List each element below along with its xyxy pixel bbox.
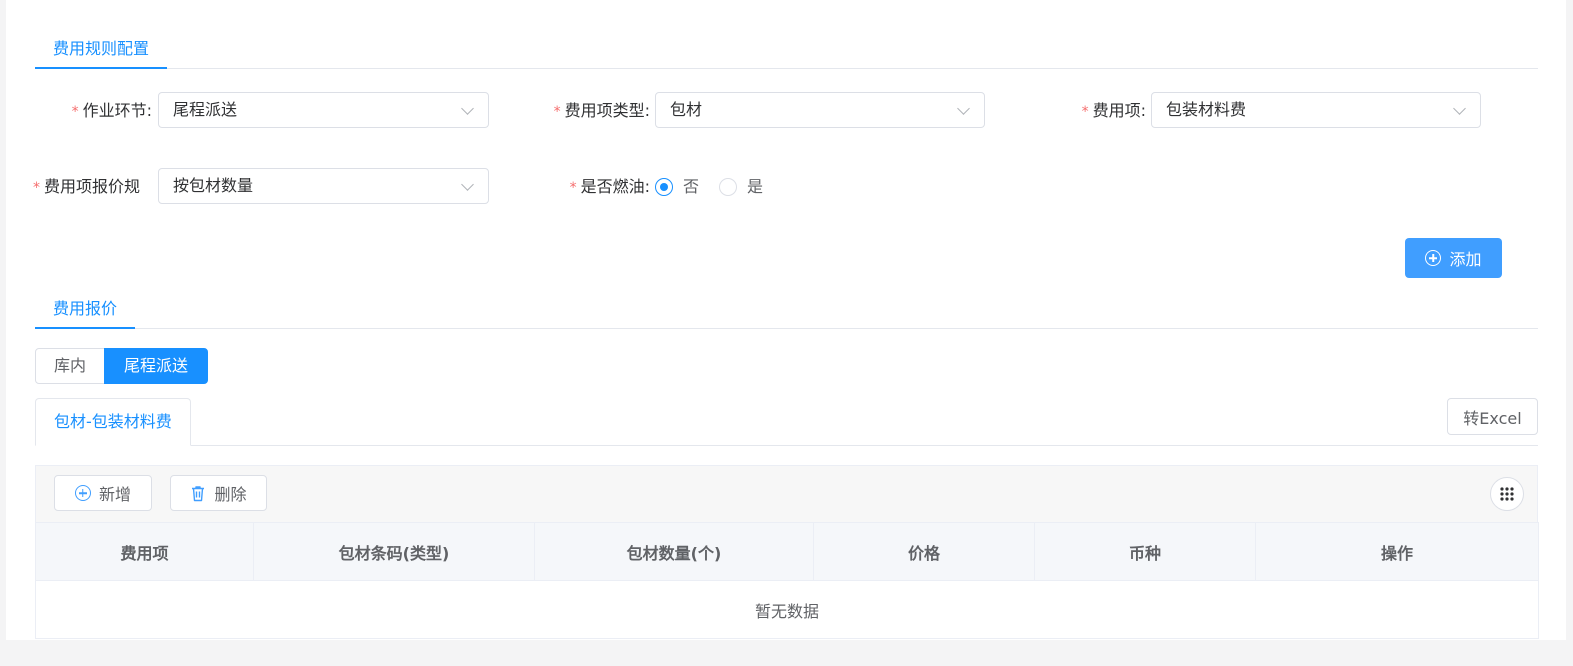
- operation-stage-value: 尾程派送: [173, 100, 238, 119]
- pricing-rule-label: * 费用项报价规: [33, 177, 141, 196]
- column-header-fee-item: 费用项: [35, 522, 254, 581]
- fee-quote-table: 费用项 包材条码(类型) 包材数量(个) 价格 币种 操作 暂无数据: [35, 522, 1539, 639]
- empty-state-text: 暂无数据: [35, 580, 1539, 639]
- quote-tabbar: 费用报价: [35, 288, 1538, 329]
- add-row-label: 新增: [98, 485, 131, 504]
- segment-last-mile[interactable]: 尾程派送: [104, 348, 208, 384]
- card-tab-divider: [35, 445, 1538, 446]
- column-header-quantity: 包材数量(个): [534, 522, 814, 581]
- tab-fee-quote[interactable]: 费用报价: [35, 289, 136, 329]
- column-header-actions: 操作: [1255, 522, 1539, 581]
- export-excel-label: 转Excel: [1463, 408, 1522, 428]
- delete-row-button[interactable]: 删除: [170, 475, 267, 511]
- segment-warehouse[interactable]: 库内: [35, 348, 105, 384]
- fuel-option-yes-label[interactable]: 是: [747, 177, 763, 197]
- tab-packaging-fee[interactable]: 包材-包装材料费: [35, 398, 191, 446]
- table-header-row: 费用项 包材条码(类型) 包材数量(个) 价格 币种 操作: [35, 522, 1539, 581]
- add-row-button[interactable]: 新增: [54, 475, 152, 511]
- fee-item-type-value: 包材: [670, 100, 703, 119]
- fee-item-label: * 费用项:: [1081, 101, 1146, 120]
- fee-item-select[interactable]: 包装材料费: [1151, 92, 1481, 128]
- trash-icon: [192, 485, 205, 501]
- column-header-barcode: 包材条码(类型): [253, 522, 535, 581]
- plus-circle-icon: [1425, 250, 1442, 266]
- chevron-down-icon: [957, 102, 970, 115]
- column-settings-button[interactable]: [1490, 477, 1524, 511]
- pricing-rule-value: 按包材数量: [173, 176, 254, 195]
- fee-item-value: 包装材料费: [1166, 100, 1247, 119]
- chevron-down-icon: [461, 102, 474, 115]
- delete-row-label: 删除: [214, 485, 247, 504]
- fuel-option-no-label[interactable]: 否: [683, 177, 699, 197]
- chevron-down-icon: [461, 178, 474, 191]
- table-empty-row: 暂无数据: [35, 580, 1539, 639]
- tab-fee-rule-config[interactable]: 费用规则配置: [35, 29, 168, 69]
- grid-dots-icon: [1500, 487, 1514, 501]
- operation-stage-label: * 作业环节:: [71, 101, 152, 120]
- pricing-rule-select[interactable]: 按包材数量: [158, 168, 489, 204]
- fuel-radio-no[interactable]: [655, 178, 673, 196]
- fee-item-type-select[interactable]: 包材: [655, 92, 985, 128]
- add-button-label: 添加: [1449, 250, 1482, 269]
- operation-stage-select[interactable]: 尾程派送: [158, 92, 489, 128]
- column-header-price: 价格: [813, 522, 1035, 581]
- fuel-label: * 是否燃油:: [569, 177, 650, 196]
- chevron-down-icon: [1453, 102, 1466, 115]
- fuel-radio-yes[interactable]: [719, 178, 737, 196]
- plus-circle-icon: [74, 485, 91, 501]
- column-header-currency: 币种: [1034, 522, 1256, 581]
- rule-tabbar: 费用规则配置: [35, 28, 1538, 69]
- add-button[interactable]: 添加: [1405, 238, 1502, 278]
- fee-item-type-label: * 费用项类型:: [553, 101, 650, 120]
- export-excel-button[interactable]: 转Excel: [1447, 398, 1538, 435]
